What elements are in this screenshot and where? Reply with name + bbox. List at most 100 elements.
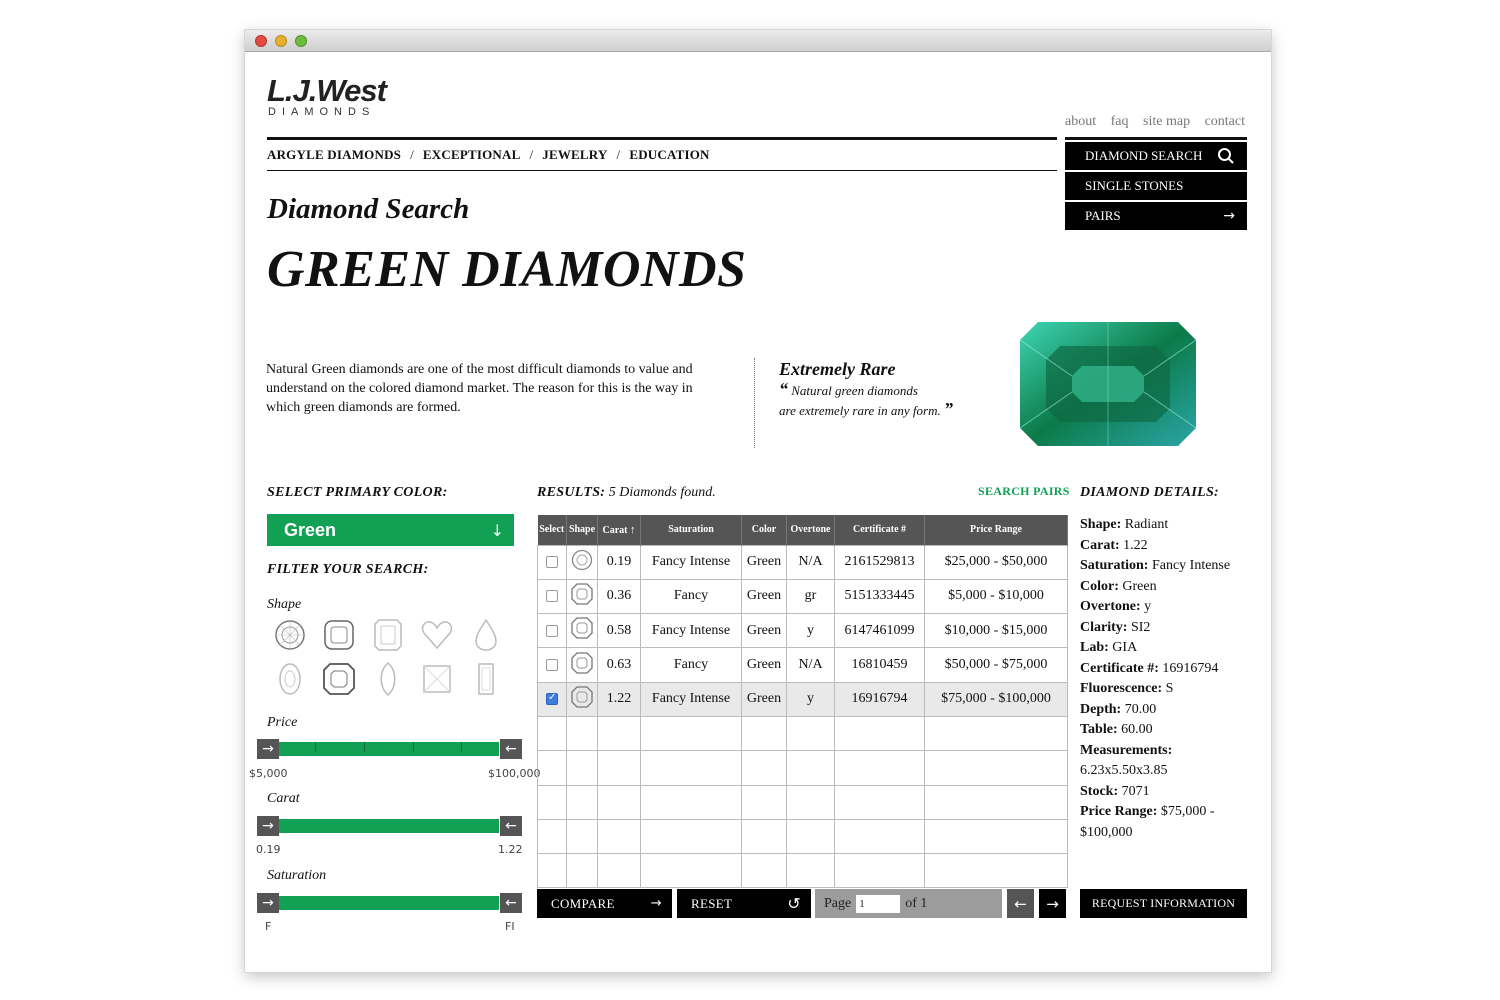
utility-link-about[interactable]: about	[1065, 114, 1096, 129]
side-nav-pairs[interactable]: PAIRS →	[1065, 202, 1247, 230]
cell-overtone: gr	[786, 578, 835, 615]
table-row[interactable]: 1.22Fancy IntenseGreeny16916794$75,000 -…	[537, 681, 1068, 717]
princess-shape-icon[interactable]	[420, 662, 454, 696]
detail-row: Fluorescence: S	[1080, 679, 1250, 700]
minimize-window-button[interactable]	[275, 35, 287, 47]
carat-max-value: 1.22	[498, 843, 523, 856]
next-page-button[interactable]: →	[1039, 889, 1066, 918]
cell-select	[537, 647, 567, 683]
select-checkbox[interactable]	[546, 590, 558, 603]
quote-line-2: are extremely rare in any form.	[779, 403, 941, 418]
close-window-button[interactable]	[255, 35, 267, 47]
cell-price: $5,000 - $10,000	[924, 578, 1068, 615]
detail-key: Depth:	[1080, 701, 1122, 717]
side-nav-diamond-search[interactable]: DIAMOND SEARCH	[1065, 142, 1247, 170]
heart-shape-icon[interactable]	[420, 618, 454, 652]
saturation-max-handle[interactable]: ←	[500, 893, 522, 913]
saturation-label: Saturation	[267, 868, 327, 883]
nav-argyle-diamonds[interactable]: ARGYLE DIAMONDS	[267, 147, 401, 162]
detail-row: Color: Green	[1080, 577, 1250, 598]
nav-exceptional[interactable]: EXCEPTIONAL	[423, 147, 521, 162]
select-checkbox[interactable]	[546, 624, 558, 637]
zoom-window-button[interactable]	[295, 35, 307, 47]
table-row[interactable]: 0.58 Fancy Intense Green y 6147461099 $10,000…	[537, 613, 1068, 649]
marquise-shape-icon[interactable]	[371, 662, 405, 696]
filter-search-label: FILTER YOUR SEARCH:	[267, 562, 429, 577]
emerald-shape-icon[interactable]	[371, 618, 405, 652]
reset-button[interactable]: RESET ↺	[677, 889, 811, 918]
compare-button[interactable]: COMPARE →	[537, 889, 672, 918]
select-checkbox[interactable]	[546, 555, 558, 568]
saturation-max-value: FI	[505, 920, 515, 933]
detail-value: y	[1144, 599, 1152, 614]
search-icon	[1218, 148, 1234, 164]
carat-min-handle[interactable]: →	[257, 816, 279, 836]
cell-price: $10,000 - $15,000	[924, 613, 1068, 649]
search-pairs-link[interactable]: SEARCH PAIRS	[978, 484, 1070, 499]
utility-link-faq[interactable]: faq	[1111, 114, 1129, 129]
cell-certificate: 16916794	[834, 681, 925, 717]
side-nav-single-stones[interactable]: SINGLE STONES	[1065, 172, 1247, 200]
window-titlebar	[245, 30, 1271, 52]
round-shape-icon[interactable]	[273, 618, 307, 652]
carat-min-value: 0.19	[256, 843, 281, 856]
nav-education[interactable]: EDUCATION	[629, 147, 709, 162]
price-min-handle[interactable]: →	[257, 739, 279, 759]
cell-overtone: y	[786, 613, 835, 649]
arrow-right-icon: →	[1223, 208, 1235, 224]
oval-shape-icon[interactable]	[273, 662, 307, 696]
select-checkbox[interactable]	[546, 658, 558, 671]
compare-label: COMPARE	[551, 895, 615, 911]
prev-page-button[interactable]: ←	[1007, 889, 1034, 918]
cell-price: $50,000 - $75,000	[924, 647, 1068, 683]
detail-key: Fluorescence:	[1080, 681, 1163, 696]
diamond-details: DIAMOND DETAILS: Shape: Radiant Carat: 1.…	[1080, 485, 1250, 843]
carat-label: Carat	[267, 791, 300, 806]
saturation-slider[interactable]: → ←	[257, 893, 522, 913]
col-carat[interactable]: Carat ↑	[597, 515, 641, 545]
logo[interactable]: L.J.West	[267, 75, 387, 106]
baguette-shape-icon[interactable]	[469, 662, 503, 696]
radiant-shape-icon[interactable]	[322, 662, 356, 696]
cell-carat: 0.58	[597, 613, 641, 649]
detail-value: GIA	[1112, 640, 1138, 655]
shape-icon	[571, 651, 593, 678]
detail-value: 7071	[1121, 783, 1150, 799]
table-row[interactable]: 0.63 Fancy Green N/A 16810459 $50,000 - $75,0…	[537, 647, 1068, 683]
nav-jewelry[interactable]: JEWELRY	[542, 147, 607, 162]
page-of: of 1	[905, 895, 928, 911]
pear-shape-icon[interactable]	[469, 618, 503, 652]
carat-slider[interactable]: → ←	[257, 816, 522, 836]
page-input[interactable]: 1	[856, 894, 901, 913]
pagination: Page 1 of 1	[815, 889, 1002, 918]
utility-link-site-map[interactable]: site map	[1143, 114, 1190, 129]
price-max-handle[interactable]: ←	[500, 739, 522, 759]
shape-icon	[571, 583, 593, 609]
cell-shape	[566, 578, 598, 615]
price-min-value: $5,000	[249, 767, 288, 780]
table-row[interactable]: 0.36 Fancy Green gr 5151333445 $5,000 - $10,0…	[537, 578, 1068, 615]
cushion-shape-icon[interactable]	[322, 618, 356, 652]
reset-icon: ↺	[787, 894, 801, 913]
carat-max-handle[interactable]: ←	[500, 816, 522, 836]
saturation-min-handle[interactable]: →	[257, 893, 279, 913]
detail-value: Fancy Intense	[1151, 558, 1231, 573]
cell-saturation: Fancy Intense	[640, 544, 742, 580]
green-diamond-image	[1020, 322, 1196, 446]
primary-color-select[interactable]: Green ↓	[267, 514, 514, 546]
utility-link-contact[interactable]: contact	[1205, 114, 1245, 129]
select-checkbox[interactable]	[546, 692, 558, 706]
col-carat-label: Carat	[602, 524, 628, 536]
detail-key: Saturation:	[1080, 558, 1149, 573]
saturation-min-value: F	[265, 920, 272, 933]
request-information-button[interactable]: REQUEST INFORMATION	[1080, 889, 1247, 918]
results-label: RESULTS:	[537, 485, 606, 500]
page-title: GREEN DIAMONDS	[267, 241, 747, 298]
cell-price: $75,000 - $100,000	[924, 681, 1068, 717]
price-label: Price	[267, 715, 298, 730]
detail-key: Clarity:	[1080, 619, 1128, 635]
table-row[interactable]: 0.19 Fancy Intense Green N/A 2161529813 $25,0…	[537, 544, 1068, 580]
price-slider[interactable]: → ←	[257, 739, 522, 759]
cell-carat: 1.22	[597, 681, 641, 717]
side-nav: DIAMOND SEARCH SINGLE STONES PAIRS →	[1065, 137, 1247, 230]
